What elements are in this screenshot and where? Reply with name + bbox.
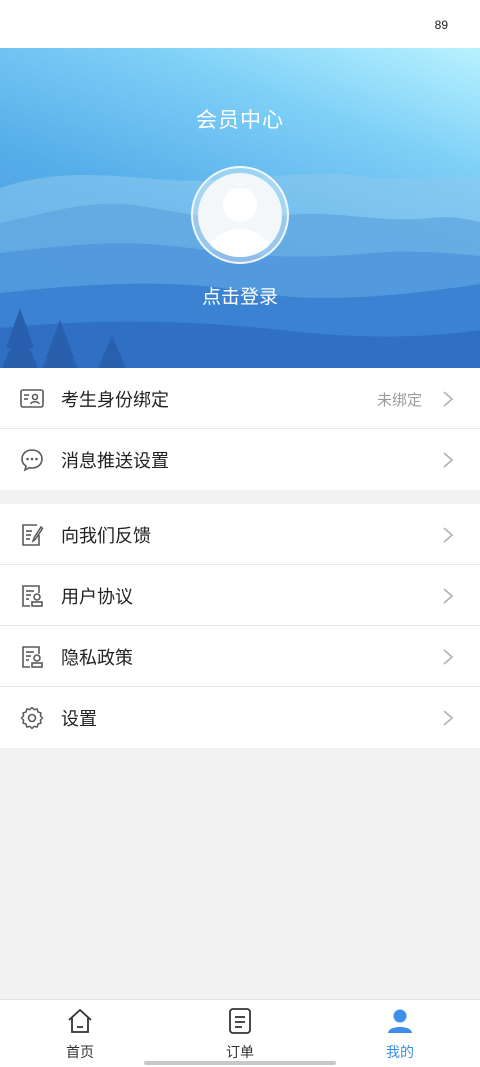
default-user-avatar-icon bbox=[208, 188, 272, 257]
menu-item-settings[interactable]: 设置 bbox=[0, 687, 480, 748]
menu-item-label: 考生身份绑定 bbox=[61, 390, 169, 411]
menu-item-label: 设置 bbox=[61, 709, 97, 730]
login-link[interactable]: 点击登录 bbox=[0, 282, 480, 309]
chevron-right-icon bbox=[443, 710, 454, 726]
page-title: 会员中心 bbox=[196, 108, 284, 132]
chevron-right-icon bbox=[443, 527, 454, 543]
tab-home[interactable]: 首页 bbox=[20, 1000, 140, 1067]
menu-group-account: 考生身份绑定 未绑定 消息推送设置 bbox=[0, 368, 480, 490]
document-stamp-icon bbox=[22, 585, 43, 607]
menu-item-feedback[interactable]: 向我们反馈 bbox=[0, 504, 480, 565]
tab-label: 首页 bbox=[66, 1045, 94, 1061]
message-bubble-icon bbox=[21, 449, 43, 472]
status-bar: 89 bbox=[0, 0, 480, 48]
status-bar-text: 89 bbox=[434, 18, 448, 32]
user-icon bbox=[388, 1009, 412, 1033]
avatar[interactable] bbox=[191, 166, 289, 264]
bottom-tab-bar: 首页 订单 我的 bbox=[0, 999, 480, 1067]
chevron-right-icon bbox=[443, 588, 454, 604]
order-list-icon bbox=[229, 1008, 251, 1034]
chevron-right-icon bbox=[443, 452, 454, 468]
menu-item-identity-binding[interactable]: 考生身份绑定 未绑定 bbox=[0, 368, 480, 429]
tab-mine[interactable]: 我的 bbox=[340, 1000, 460, 1067]
menu-group-general: 向我们反馈 用户协议 隐私政策 设置 bbox=[0, 504, 480, 748]
menu-item-push-settings[interactable]: 消息推送设置 bbox=[0, 429, 480, 490]
tab-orders[interactable]: 订单 bbox=[180, 1000, 300, 1067]
menu-item-label: 用户协议 bbox=[61, 587, 133, 608]
chevron-right-icon bbox=[443, 391, 454, 407]
gear-icon bbox=[20, 706, 44, 730]
menu-item-user-agreement[interactable]: 用户协议 bbox=[0, 565, 480, 626]
binding-status: 未绑定 bbox=[376, 391, 422, 409]
menu-item-label: 隐私政策 bbox=[61, 648, 133, 669]
feedback-edit-icon bbox=[22, 524, 44, 546]
menu-item-label: 消息推送设置 bbox=[61, 451, 169, 472]
tab-label: 订单 bbox=[226, 1045, 254, 1061]
menu-item-privacy-policy[interactable]: 隐私政策 bbox=[0, 626, 480, 687]
document-stamp-icon bbox=[22, 646, 43, 668]
tab-label: 我的 bbox=[386, 1045, 414, 1061]
id-card-icon bbox=[20, 389, 44, 408]
home-indicator bbox=[144, 1061, 336, 1065]
member-header: 会员中心 点击登录 bbox=[0, 48, 480, 368]
menu-item-label: 向我们反馈 bbox=[61, 526, 151, 547]
home-icon bbox=[68, 1009, 92, 1033]
chevron-right-icon bbox=[443, 649, 454, 665]
